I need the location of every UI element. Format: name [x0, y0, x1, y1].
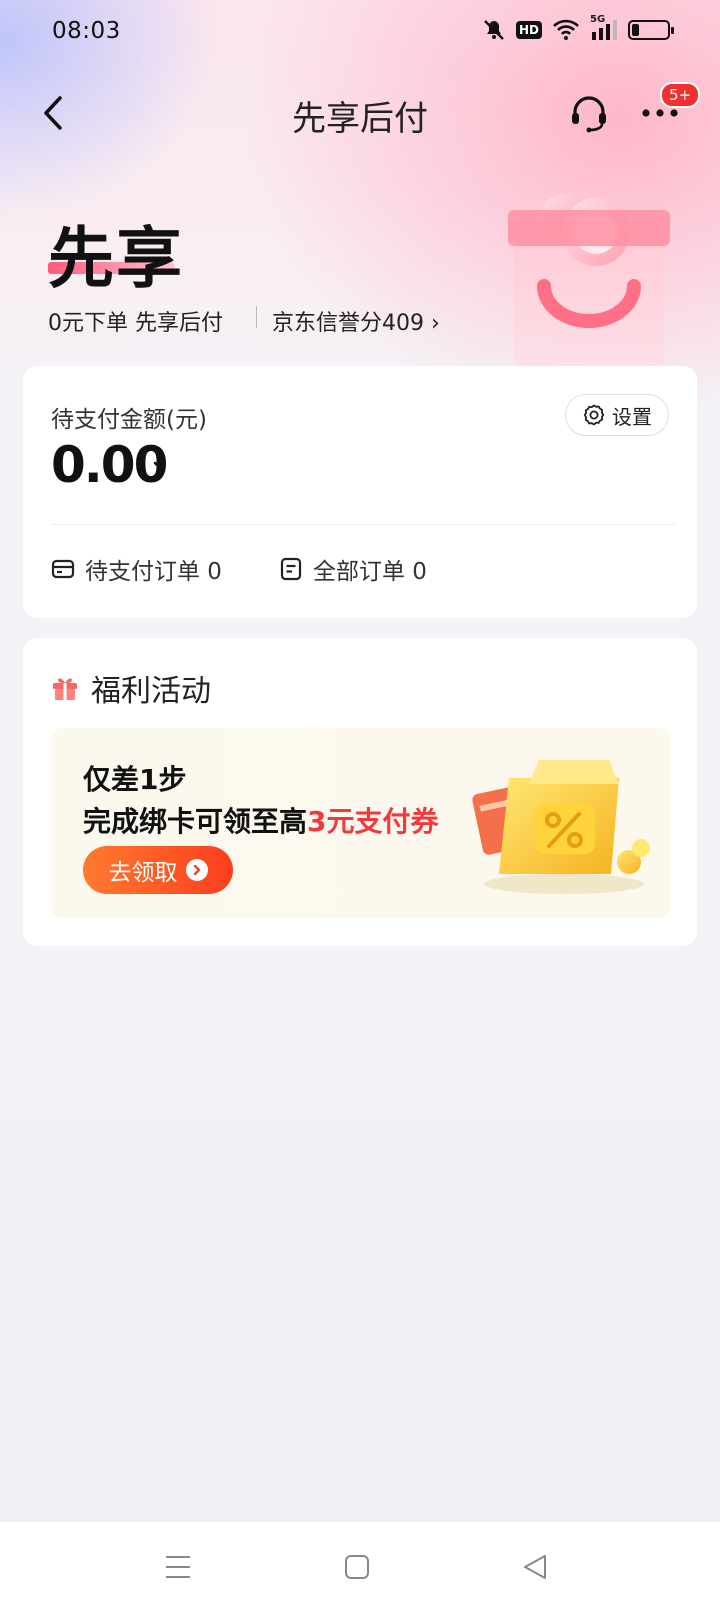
home-icon[interactable]	[342, 1552, 372, 1582]
headset-icon[interactable]	[568, 92, 610, 134]
status-icons: HD 5G	[482, 14, 674, 42]
credit-score-link[interactable]: 京东信誉分409 ›	[272, 305, 440, 337]
settings-label: 设置	[612, 404, 652, 429]
coupon-illustration	[472, 760, 650, 894]
wifi-icon	[553, 19, 579, 40]
back-triangle-icon[interactable]	[520, 1552, 550, 1582]
welfare-header: 福利活动	[51, 666, 211, 710]
menu-icon[interactable]	[163, 1552, 193, 1582]
hero-title: 先享	[48, 220, 184, 297]
claim-button[interactable]: 去领取	[83, 846, 233, 894]
gear-icon	[583, 404, 605, 426]
welfare-card: 福利活动 仅差1步 完成绑卡可领至高3元支付券 去领取	[23, 638, 697, 946]
card-icon	[51, 559, 75, 579]
signal-icon: 5G	[590, 14, 618, 42]
pending-amount[interactable]: 0.00	[51, 436, 168, 494]
gift-icon	[53, 678, 77, 700]
shopping-bag-illustration	[508, 194, 670, 366]
hd-icon: HD	[515, 21, 542, 39]
page-lower-background	[0, 1120, 720, 1522]
promo-description-text: 完成绑卡可领至高	[83, 805, 308, 838]
promo-highlight: 3元支付券	[307, 805, 439, 838]
hero-subtitle: 0元下单 先享后付	[48, 311, 223, 336]
page-title: 先享后付	[292, 99, 428, 139]
notification-badge: 5+	[660, 82, 701, 108]
arrow-right-circle-icon	[185, 859, 208, 881]
card-divider	[51, 524, 675, 525]
chevron-right-icon[interactable]	[151, 460, 167, 482]
top-nav-bar: 先享后付	[0, 78, 720, 150]
status-bar: 08:03 HD 5G	[0, 0, 720, 64]
welfare-title: 福利活动	[91, 674, 211, 709]
battery-icon	[628, 20, 674, 40]
promo-description: 完成绑卡可领至高3元支付券	[83, 800, 439, 840]
status-time: 08:03	[52, 18, 121, 44]
promo-headline: 仅差1步	[83, 763, 187, 796]
pending-orders-link[interactable]: 待支付订单 0	[51, 552, 222, 586]
mute-icon	[484, 20, 504, 40]
settings-button[interactable]: 设置	[565, 394, 669, 436]
payment-card: 待支付金额(元) 0.00 设置 待支付订单 0 全部订单 0	[23, 366, 697, 618]
all-orders-label: 全部订单 0	[313, 559, 427, 585]
pending-amount-label: 待支付金额(元)	[51, 407, 207, 433]
all-orders-link[interactable]: 全部订单 0	[279, 552, 427, 586]
claim-button-label: 去领取	[108, 860, 178, 886]
hero-divider	[256, 306, 257, 328]
bind-card-promo-banner[interactable]: 仅差1步 完成绑卡可领至高3元支付券 去领取	[51, 728, 671, 918]
list-icon	[280, 557, 302, 581]
system-nav-bar	[0, 1522, 720, 1612]
pending-orders-label: 待支付订单 0	[85, 559, 222, 585]
